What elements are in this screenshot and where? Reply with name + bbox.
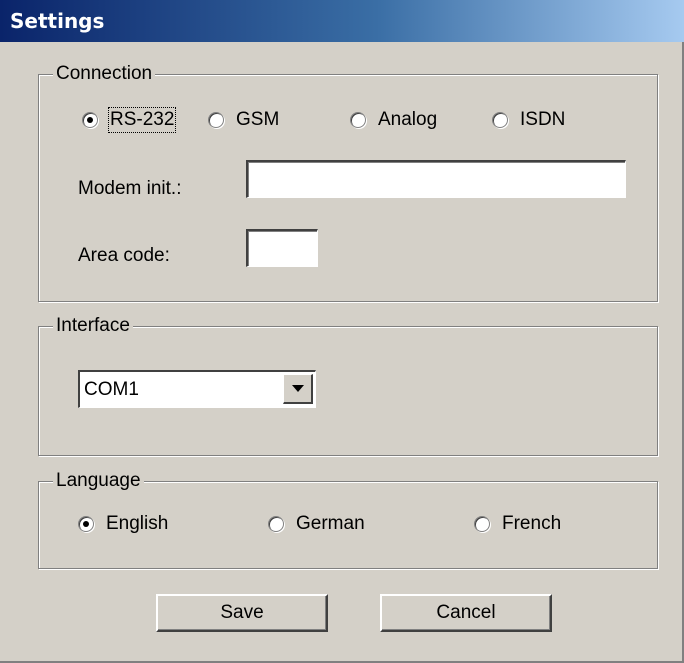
radio-french[interactable]: French [474, 511, 561, 537]
radio-german-indicator [268, 516, 284, 532]
modem-init-label: Modem init.: [78, 178, 182, 199]
radio-french-label: French [502, 513, 562, 534]
radio-german[interactable]: German [268, 511, 365, 537]
dropdown-button[interactable] [283, 374, 313, 404]
radio-gsm-indicator [208, 112, 224, 128]
radio-rs232-indicator [82, 112, 98, 128]
title-bar[interactable]: Settings [0, 0, 684, 42]
radio-rs232-label: RS-232 [107, 107, 177, 133]
radio-analog-indicator [350, 112, 366, 128]
interface-legend: Interface [53, 314, 133, 338]
chevron-down-icon [291, 385, 304, 392]
area-code-field[interactable] [246, 229, 318, 267]
radio-analog-label: Analog [378, 109, 438, 130]
connection-legend: Connection [53, 62, 156, 86]
radio-gsm-label: GSM [236, 109, 280, 130]
radio-english-indicator [78, 516, 94, 532]
radio-isdn-indicator [492, 112, 508, 128]
radio-isdn-label: ISDN [520, 109, 566, 130]
radio-gsm[interactable]: GSM [208, 107, 279, 133]
interface-select-value: COM1 [84, 379, 139, 400]
window-title: Settings [10, 9, 105, 33]
modem-init-field[interactable] [246, 160, 626, 198]
language-legend: Language [53, 469, 144, 493]
area-code-label: Area code: [78, 245, 170, 266]
radio-english-label: English [106, 513, 169, 534]
radio-isdn[interactable]: ISDN [492, 107, 565, 133]
radio-english[interactable]: English [78, 511, 168, 537]
cancel-button[interactable]: Cancel [380, 594, 552, 632]
save-button[interactable]: Save [156, 594, 328, 632]
interface-select[interactable]: COM1 [78, 370, 316, 408]
settings-window: Settings Connection RS-232 GSM Analog IS… [0, 0, 684, 663]
radio-french-indicator [474, 516, 490, 532]
radio-rs232[interactable]: RS-232 [82, 107, 177, 133]
radio-analog[interactable]: Analog [350, 107, 437, 133]
radio-german-label: German [296, 513, 365, 534]
